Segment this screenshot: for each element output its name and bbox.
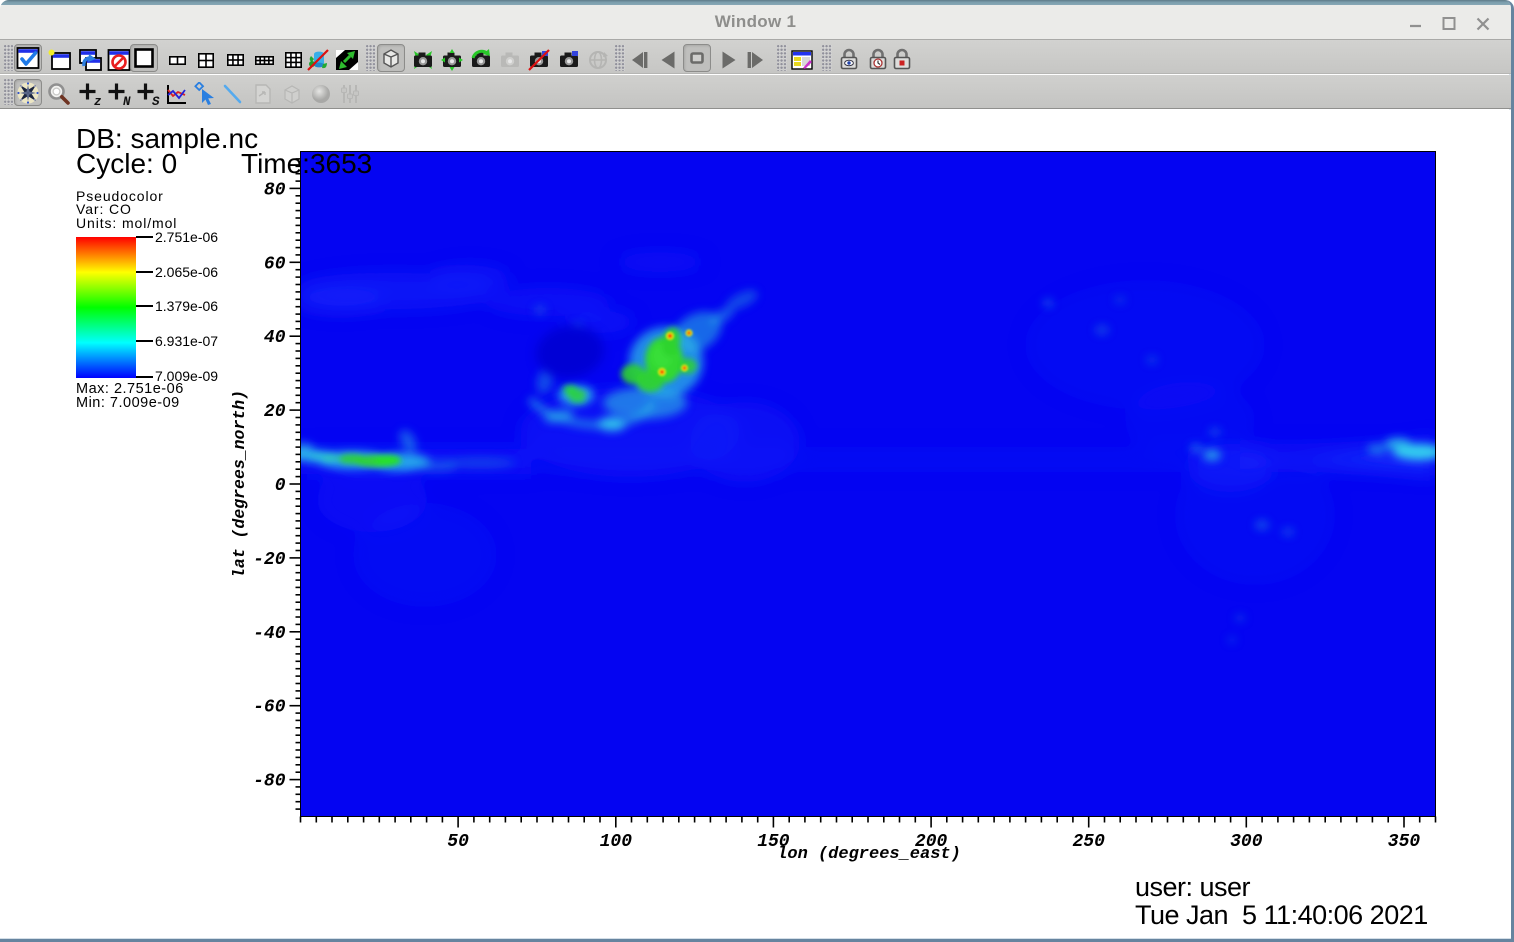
svg-text:lon (degrees_east): lon (degrees_east) bbox=[777, 845, 961, 864]
svg-text:250: 250 bbox=[1072, 832, 1105, 852]
svg-text:0: 0 bbox=[275, 476, 286, 496]
svg-text:40: 40 bbox=[264, 328, 286, 348]
svg-text:60: 60 bbox=[264, 254, 286, 274]
svg-text:-40: -40 bbox=[253, 624, 286, 644]
svg-text:80: 80 bbox=[264, 180, 286, 200]
svg-text:300: 300 bbox=[1230, 832, 1263, 852]
svg-text:350: 350 bbox=[1388, 832, 1421, 852]
svg-text:-60: -60 bbox=[253, 698, 286, 718]
svg-text:100: 100 bbox=[600, 832, 633, 852]
svg-text:50: 50 bbox=[447, 832, 469, 852]
svg-text:lat (degrees_north): lat (degrees_north) bbox=[230, 390, 249, 578]
svg-text:20: 20 bbox=[264, 402, 286, 422]
svg-text:-20: -20 bbox=[253, 550, 286, 570]
svg-text:-80: -80 bbox=[253, 772, 286, 792]
